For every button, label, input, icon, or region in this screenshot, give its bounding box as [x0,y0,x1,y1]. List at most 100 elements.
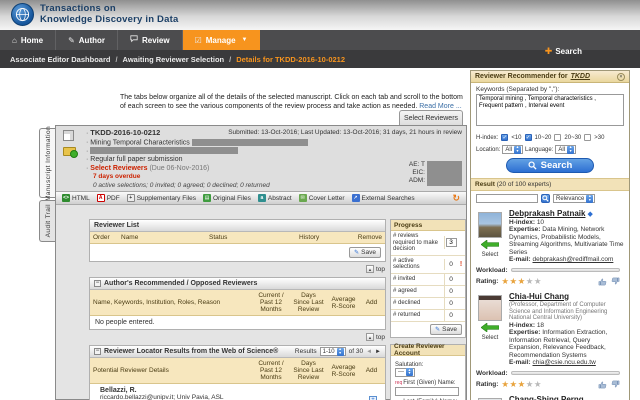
language-select[interactable]: All ▲ ▼ [555,145,577,154]
abstract-button[interactable]: a Abstract [257,194,292,202]
manuscript-title-2 [86,147,462,156]
results-range-select[interactable]: 1-10 ▲ ▼ [319,347,346,356]
search-icon [528,161,537,170]
breadcrumb-current: Details for TKDD-2016-10-0212 [236,54,345,64]
refresh-icon[interactable]: ↻ [452,193,460,204]
workload-bar [510,371,620,375]
tab-audit-trail[interactable]: Audit Trail [39,200,56,242]
thumbs-down-icon[interactable] [611,380,620,389]
document-toolbar: <> HTML A PDF + Supplementary Files ▤ Or… [56,191,466,205]
back-to-top-button[interactable]: ▲ top [365,333,385,341]
eic-label: EIC: [412,169,425,176]
breadcrumb-awaiting[interactable]: Awaiting Reviewer Selection [123,55,225,64]
keywords-textarea[interactable]: Temporal mining , Temporal characteristi… [476,94,624,126]
filter-search-button[interactable] [541,194,550,203]
notes-icon[interactable] [63,130,74,141]
author-recommended-header: Name, Keywords, Institution, Roles, Reas… [90,290,385,316]
breadcrumb-dashboard[interactable]: Associate Editor Dashboard [10,55,110,64]
expert-email-link[interactable]: chia@csie.ncu.edu.tw [532,359,595,366]
hindex-filter-row: H-index: ✓ <10 ✓ 10~20 20~30 >30 [476,134,605,141]
pdf-button[interactable]: A PDF [96,194,120,202]
workload-bar [510,268,620,272]
supplementary-files-button[interactable]: + Supplementary Files [126,194,196,202]
salutation-select[interactable]: --- ▲ ▼ [395,367,415,377]
cover-letter-button[interactable]: ✉ Cover Letter [298,194,345,202]
create-account-title: Create Reviewer Account [391,343,465,357]
files-folder-icon[interactable] [63,147,78,158]
collapse-icon[interactable]: − [94,280,101,287]
expert-name-link[interactable]: Debprakash Patnaik [509,209,585,218]
abstract-icon: a [257,194,266,202]
nav-review[interactable]: Review [118,30,183,50]
next-page-icon[interactable]: ► [375,349,381,355]
top-search-button[interactable]: ✚ Search [545,46,582,57]
prev-page-icon[interactable]: ◄ [366,349,372,355]
thumbs-up-icon[interactable] [598,380,607,389]
home-icon: ⌂ [12,35,17,45]
hindex-checkbox-lt10[interactable]: ✓ [501,134,509,141]
star-rating: ★★★★★ [501,275,543,286]
expert-card: Select Chang-Shing Perng H-index: 15 Exp… [471,392,629,400]
save-button[interactable]: ✎ Save [430,323,462,335]
manuscript-id: TKDD-2016-10-0212 [90,128,161,137]
result-filter-input[interactable] [476,194,538,203]
thumbs-up-icon[interactable] [598,277,607,286]
html-icon: <> [62,194,70,202]
pencil-icon: ✎ [435,326,441,333]
read-more-link[interactable]: Read More ... [419,103,461,110]
tab-content: Reviewer List Order Name Status History … [56,205,466,400]
select-expert-button[interactable]: Select [476,239,504,258]
expert-card: Select Chia-Hui Chang (Professor, Depart… [471,289,629,392]
nav-manage[interactable]: ☑ Manage ▼ [182,30,260,50]
add-reviewer-icon[interactable]: + [369,396,377,400]
up-arrow-icon: ▲ [365,265,374,273]
cover-letter-icon: ✉ [298,194,307,202]
original-files-button[interactable]: ▤ Original Files [202,194,251,202]
original-files-icon: ▤ [202,194,211,202]
nav-author[interactable]: ✎ Author [56,30,118,50]
external-searches-button[interactable]: ↗ External Searches [351,194,415,202]
star-rating: ★★★★★ [501,378,543,389]
location-language-row: Location: All ▲ ▼ Language: All ▲ ▼ [476,145,624,154]
pencil-icon: ✎ [68,35,75,45]
acm-logo [11,3,34,26]
save-button[interactable]: ✎ Save [349,247,381,258]
expert-email-link[interactable]: debprakash@rediffmail.com [532,256,613,263]
checkbox-icon: ☑ [194,35,202,45]
collapse-icon[interactable]: − [94,348,101,355]
reviews-required-input[interactable] [445,238,457,248]
hindex-label: H-index: [476,134,499,141]
ae-label: AE: T [408,161,425,168]
page: Transactions on Knowledge Discovery in D… [0,0,640,400]
nav-home[interactable]: ⌂ Home [0,30,57,50]
keywords-label: Keywords (Separated by ","): [476,86,560,93]
selection-stats: 0 active selections; 0 invited; 0 agreed… [93,181,270,189]
tab-manuscript-information[interactable]: Manuscript Information [39,126,56,200]
first-name-field[interactable] [395,386,459,396]
reviewer-name-link[interactable]: Bellazzi, R. [100,387,380,394]
tab-select-reviewers[interactable]: Select Reviewers [399,110,463,126]
hindex-checkbox-10-20[interactable]: ✓ [524,134,532,141]
language-label: Language: [525,146,554,153]
expert-name-link[interactable]: Chang-Shing Perng [509,395,584,400]
no-people-message: No people entered. [95,319,155,326]
reviewer-recommender-panel: Reviewer Recommender for TKDD × Keywords… [470,70,630,400]
hindex-checkbox-gt30[interactable] [584,134,592,141]
alert-icon: ! [459,260,463,268]
sort-select[interactable]: Relevance ▲ ▼ [553,194,596,203]
html-button[interactable]: <> HTML [62,194,90,202]
select-expert-button[interactable]: Select [476,321,504,341]
potential-reviewer-row: Bellazzi, R. riccardo.bellazzi@unipv.it;… [90,384,385,400]
reviewer-locator-header: Potential Reviewer Details Current / Pas… [90,358,385,384]
reviewer-list-section: Reviewer List Order Name Status History … [89,219,386,262]
location-select[interactable]: All ▲ ▼ [502,145,524,154]
recommender-search-button[interactable]: Search [506,158,594,173]
reviewer-list-header: Order Name Status History Remove [90,232,385,244]
thumbs-down-icon[interactable] [611,277,620,286]
expert-name-link[interactable]: Chia-Hui Chang [509,292,569,301]
close-icon[interactable]: × [617,72,625,81]
hindex-checkbox-20-30[interactable] [554,134,562,141]
expert-photo [478,212,502,238]
tkdd-link[interactable]: TKDD [571,73,590,80]
back-to-top-button[interactable]: ▲ top [365,265,385,273]
